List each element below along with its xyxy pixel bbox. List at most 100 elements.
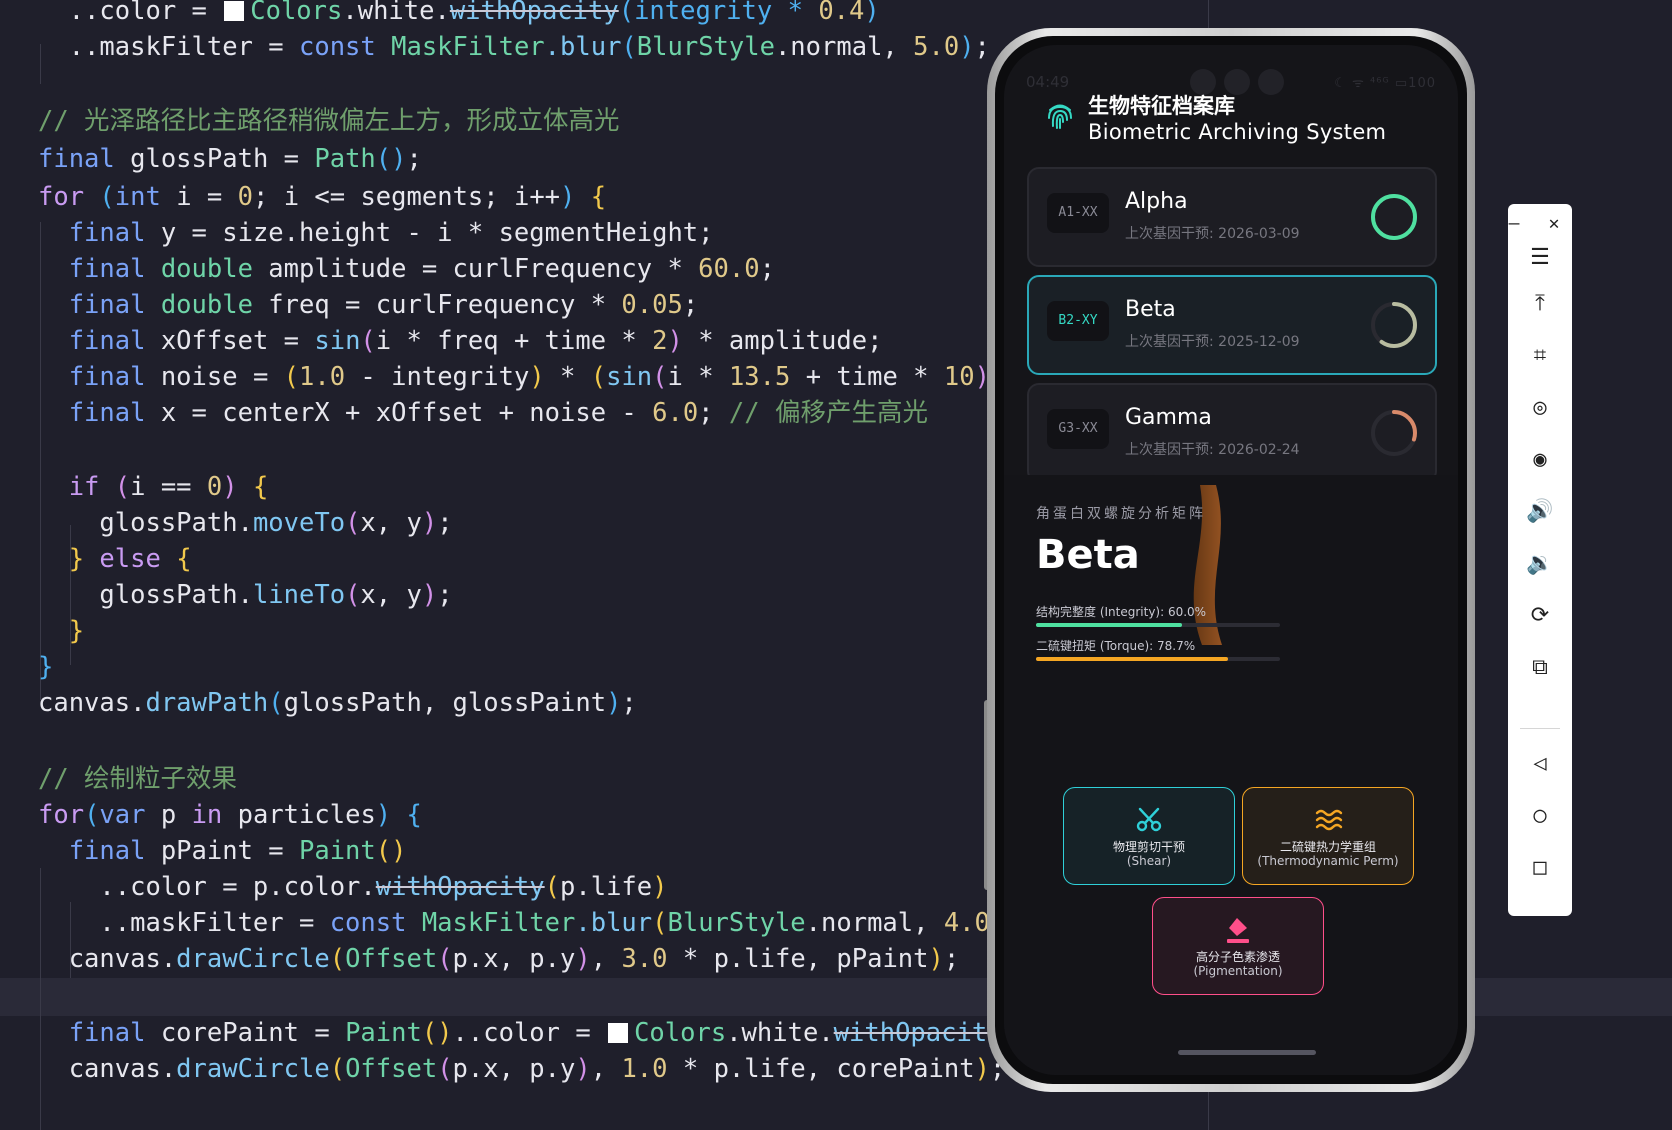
code-token: 4.0 xyxy=(943,908,990,938)
code-token: final xyxy=(38,326,161,356)
code-token: } xyxy=(38,544,85,574)
scissors-icon xyxy=(1064,804,1234,834)
code-token: ) xyxy=(375,800,392,830)
control-label: 物理剪切干预 xyxy=(1112,840,1185,854)
code-line[interactable]: for (int i = 0; i <= segments; i++) { xyxy=(38,178,606,216)
code-token: Offset xyxy=(345,944,438,974)
code-line[interactable]: final noise = (1.0 - integrity) * (sin(i… xyxy=(38,358,990,396)
overview-icon[interactable]: □ xyxy=(1508,848,1572,888)
code-token: + time * xyxy=(790,362,944,392)
code-token: y = size.height - i * segmentHeight; xyxy=(160,218,714,248)
code-token: ( xyxy=(437,944,453,974)
code-token: ) xyxy=(652,872,668,902)
code-token: drawCircle xyxy=(176,1054,330,1084)
code-token: corePaint = xyxy=(160,1018,346,1048)
code-line[interactable]: canvas.drawCircle(Offset(p.x, p.y), 1.0 … xyxy=(38,1050,1006,1088)
code-line[interactable]: final corePaint = Paint()..color = Color… xyxy=(38,1014,1003,1052)
code-line[interactable]: ..maskFilter = const MaskFilter.blur(Blu… xyxy=(38,904,990,942)
control-button[interactable]: 物理剪切干预 (Shear) xyxy=(1063,787,1235,885)
code-token: withOpacity xyxy=(449,0,619,26)
code-token: // 偏移产生高光 xyxy=(728,398,928,428)
code-line[interactable]: if (i == 0) { xyxy=(38,468,269,506)
code-line[interactable]: final x = centerX + xOffset + noise - 6.… xyxy=(38,394,928,432)
code-token: .blur xyxy=(575,908,653,938)
control-button[interactable]: 高分子色素渗透 (Pigmentation) xyxy=(1152,897,1324,995)
menu-icon[interactable]: ☰ xyxy=(1508,238,1572,278)
code-token: , xyxy=(590,944,622,974)
code-token: ( xyxy=(621,32,637,62)
code-token: ..color = p.color. xyxy=(38,872,376,902)
volume-up-icon[interactable]: 🔊 xyxy=(1508,492,1572,532)
torque-bar xyxy=(1036,657,1280,661)
code-line[interactable]: for(var p in particles) { xyxy=(38,796,422,834)
code-token: double xyxy=(160,254,269,284)
control-sublabel: (Shear) xyxy=(1126,854,1172,868)
phone-screen[interactable]: 04:49 ☾ ᯤ ⁴⁶ᴳ ▭100 生物特征档案库 Biometric Arc… xyxy=(1004,45,1458,1075)
code-line[interactable]: final double amplitude = curlFrequency *… xyxy=(38,250,775,288)
code-token: const xyxy=(329,908,422,938)
code-token: final xyxy=(38,290,161,320)
code-line[interactable]: canvas.drawCircle(Offset(p.x, p.y), 3.0 … xyxy=(38,940,960,978)
code-line[interactable]: } xyxy=(38,612,84,650)
code-line[interactable]: glossPath.moveTo(x, y); xyxy=(38,504,452,542)
code-token: p xyxy=(160,800,192,830)
control-label: 高分子色素渗透 xyxy=(1195,950,1280,964)
code-token: ; xyxy=(974,32,990,62)
code-token: ) xyxy=(974,1054,990,1084)
code-token: ; xyxy=(621,688,637,718)
code-line[interactable]: // 绘制粒子效果 xyxy=(38,760,237,798)
rotate-right-icon[interactable]: ◉ xyxy=(1508,440,1572,480)
color-swatch xyxy=(608,1023,629,1043)
code-token: canvas. xyxy=(38,944,177,974)
control-button[interactable]: 二硫键热力学重组 (Thermodynamic Perm) xyxy=(1242,787,1414,885)
code-line[interactable]: ..color = Colors.white.withOpacity(integ… xyxy=(38,0,880,30)
code-token: BlurStyle xyxy=(636,32,775,62)
color-swatch xyxy=(224,1,245,21)
code-token: withOpacity xyxy=(833,1018,1003,1048)
volume-down-icon[interactable]: 🔉 xyxy=(1508,544,1572,584)
code-token: Path xyxy=(314,144,376,174)
rotate-device-icon[interactable]: ⟳ xyxy=(1508,596,1572,636)
crop-icon[interactable]: ⌗ xyxy=(1508,336,1572,376)
pin-top-icon[interactable]: ⤒ xyxy=(1508,284,1572,324)
code-token: ( xyxy=(283,362,300,392)
code-line[interactable]: ..maskFilter = const MaskFilter.blur(Blu… xyxy=(38,28,990,66)
code-token: withOpacity xyxy=(375,872,545,902)
code-token: , xyxy=(590,1054,622,1084)
code-line[interactable]: final xOffset = sin(i * freq + time * 2)… xyxy=(38,322,883,360)
home-icon[interactable]: ○ xyxy=(1508,796,1572,836)
code-line[interactable]: final double freq = curlFrequency * 0.05… xyxy=(38,286,698,324)
code-token: ) xyxy=(560,182,576,212)
code-token: 60.0 xyxy=(698,254,760,284)
code-line[interactable]: } else { xyxy=(38,540,192,578)
code-token: (integrity * xyxy=(618,0,819,26)
home-indicator[interactable] xyxy=(1178,1050,1316,1055)
code-token: ( xyxy=(114,472,131,502)
code-line[interactable]: final glossPath = Path(); xyxy=(38,140,422,178)
rotate-left-icon[interactable]: ◎ xyxy=(1508,388,1572,428)
code-line[interactable]: // 光泽路径比主路径稍微偏左上方，形成立体高光 xyxy=(38,102,620,140)
code-token: .white. xyxy=(342,0,450,26)
code-token: drawCircle xyxy=(176,944,330,974)
code-token: canvas. xyxy=(38,1054,177,1084)
code-token: in xyxy=(191,800,238,830)
control-sublabel: (Pigmentation) xyxy=(1193,964,1283,978)
code-token: - integrity xyxy=(345,362,530,392)
code-line[interactable]: final y = size.height - i * segmentHeigh… xyxy=(38,214,714,252)
code-token: for xyxy=(38,800,85,830)
code-line[interactable]: } xyxy=(38,648,53,686)
code-token: ( xyxy=(437,1054,453,1084)
code-line[interactable]: final pPaint = Paint() xyxy=(38,832,407,870)
code-token: ) xyxy=(421,508,438,538)
code-token: ..color = xyxy=(38,0,223,26)
screenshot-icon[interactable]: ⧉ xyxy=(1508,648,1572,688)
code-token: sin xyxy=(606,362,653,392)
code-token: ) xyxy=(222,472,238,502)
code-line[interactable]: ..color = p.color.withOpacity(p.life) xyxy=(38,868,668,906)
code-line[interactable]: glossPath.lineTo(x, y); xyxy=(38,576,452,614)
code-token: if xyxy=(38,472,115,502)
code-token: const xyxy=(299,32,392,62)
code-token: 13.5 xyxy=(728,362,791,392)
back-icon[interactable]: ◁ xyxy=(1508,744,1572,784)
code-line[interactable]: canvas.drawPath(glossPath, glossPaint); xyxy=(38,684,637,722)
